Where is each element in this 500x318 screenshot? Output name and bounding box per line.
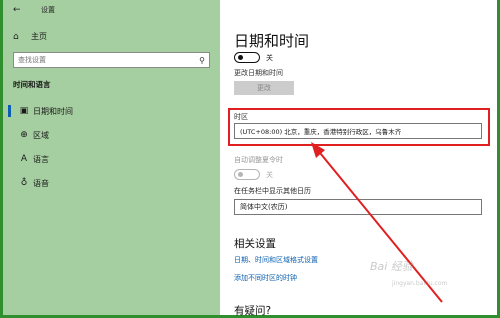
timezone-label: 时区 [234,113,248,121]
sidebar: ← 设置 ⌂ 主页 ⚲ 时间和语言 ▣ 日期和时间 ⊕ 区域 A 语言 ♁ 语音 [3,0,220,315]
auto-time-toggle[interactable] [234,52,260,63]
add-clocks-link[interactable]: 添加不同时区的时钟 [234,273,297,283]
watermark-url: jingyan.baidu.com [392,280,448,287]
auto-dst-state: 关 [266,171,273,179]
change-button[interactable]: 更改 [234,81,294,95]
page-title: 日期和时间 [234,32,310,50]
calendar-clock-icon: ▣ [19,106,29,116]
search-icon[interactable]: ⚲ [195,56,209,65]
sidebar-item-label: 日期和时间 [33,106,73,116]
format-settings-link[interactable]: 日期、时间和区域格式设置 [234,255,318,265]
auto-time-toggle-state: 关 [266,54,273,62]
section-title: 时间和语言 [13,80,51,89]
globe-icon: ⊕ [20,130,28,140]
window-title: 设置 [41,6,55,14]
sidebar-item-speech[interactable]: ♁ 语音 [8,175,49,191]
auto-dst-label: 自动调整夏令时 [234,156,283,164]
back-arrow-icon[interactable]: ← [13,5,27,15]
sidebar-item-label: 语音 [33,178,49,188]
active-indicator [8,105,11,117]
title-bar: ← 设置 [13,5,55,15]
help-title: 有疑问? [234,305,272,317]
related-settings-title: 相关设置 [234,238,276,250]
calendar-dropdown[interactable]: 简体中文(农历) [234,199,482,215]
main-content: 日期和时间 关 更改日期和时间 更改 时区 (UTC+08:00) 北京，重庆，… [220,0,497,317]
sidebar-item-date-time[interactable]: ▣ 日期和时间 [8,103,73,119]
auto-dst-toggle[interactable] [234,169,260,180]
change-datetime-label: 更改日期和时间 [234,69,283,77]
language-icon: A [20,154,28,164]
timezone-dropdown[interactable]: (UTC+08:00) 北京，重庆，香港特别行政区，乌鲁木齐 [234,123,482,139]
sidebar-item-language[interactable]: A 语言 [8,151,49,167]
search-input[interactable] [14,56,195,64]
taskbar-calendar-label: 在任务栏中显示其他日历 [234,187,311,195]
search-box[interactable]: ⚲ [13,52,210,68]
home-nav-item[interactable]: ⌂ 主页 [13,31,47,42]
microphone-icon: ♁ [20,178,28,188]
sidebar-item-label: 语言 [33,154,49,164]
sidebar-item-region[interactable]: ⊕ 区域 [8,127,49,143]
watermark-logo: Bai 经验 [370,260,413,273]
sidebar-item-label: 区域 [33,130,49,140]
home-icon: ⌂ [13,31,19,42]
home-label: 主页 [31,32,47,41]
